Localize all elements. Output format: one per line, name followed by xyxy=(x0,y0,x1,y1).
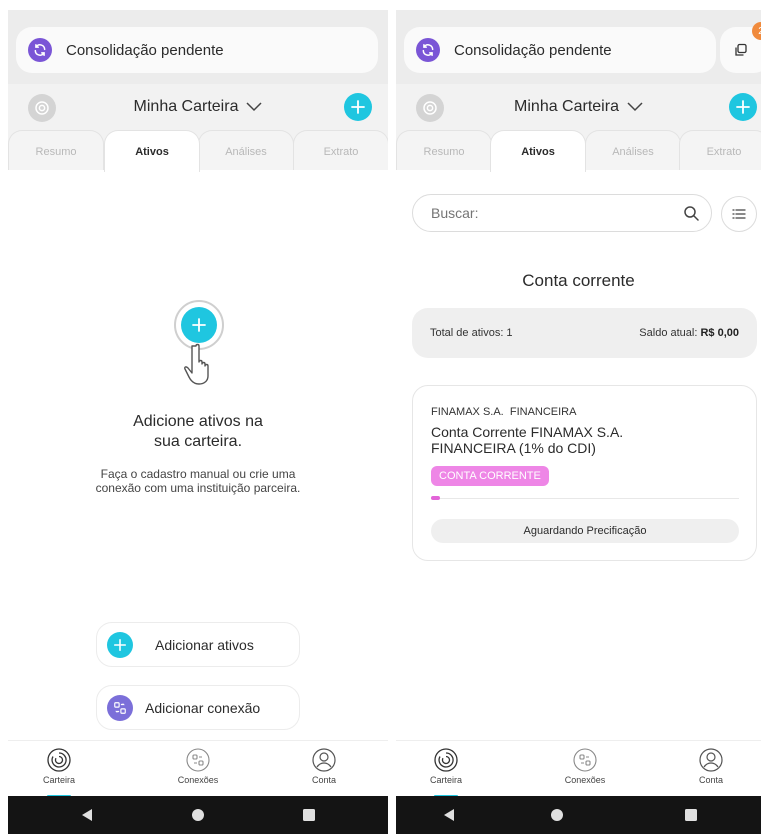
connection-icon xyxy=(107,694,133,721)
asset-name: Conta Corrente FINAMAX S.A. FINANCEIRA (… xyxy=(431,424,624,456)
consolidation-area: Consolidação pendente 2 xyxy=(396,10,761,84)
tab-ativos[interactable]: Ativos xyxy=(104,130,200,172)
hand-pointer-icon xyxy=(184,343,209,385)
bottom-navigation: Carteira Conexões Conta xyxy=(8,740,388,797)
empty-state-title: Adicione ativos na sua carteira. xyxy=(133,413,263,450)
tab-bar: Resumo Ativos Análises Extrato xyxy=(396,130,761,172)
android-navigation-bar xyxy=(396,796,761,834)
tab-resumo[interactable]: Resumo xyxy=(8,130,104,172)
empty-state-subtitle: Faça o cadastro manual ou crie uma conex… xyxy=(95,467,301,495)
nav-conexoes[interactable]: Conexões xyxy=(158,747,238,785)
assets-summary: Total de ativos: 1 Saldo atual: R$ 0,00 xyxy=(412,308,757,358)
add-connection-button[interactable]: Adicionar conexão xyxy=(96,685,300,730)
back-triangle-icon[interactable] xyxy=(442,808,456,822)
pricing-status: Aguardando Precificação xyxy=(431,519,739,543)
connection-icon xyxy=(573,748,597,772)
home-circle-icon[interactable] xyxy=(191,808,205,822)
consolidation-pending-banner[interactable]: Consolidação pendente xyxy=(16,27,378,73)
add-assets-button[interactable]: Adicionar ativos xyxy=(96,622,300,667)
tab-ativos[interactable]: Ativos xyxy=(490,130,586,172)
sync-icon xyxy=(416,38,440,62)
back-triangle-icon[interactable] xyxy=(80,808,94,822)
plus-icon xyxy=(192,318,206,332)
consolidation-area: Consolidação pendente xyxy=(8,10,388,84)
tab-extrato[interactable]: Extrato xyxy=(293,130,388,172)
consolidation-pending-banner[interactable]: Consolidação pendente xyxy=(404,27,716,73)
balance-value: R$ 0,00 xyxy=(700,327,739,339)
consolidation-text: Consolidação pendente xyxy=(454,41,612,59)
nav-conta[interactable]: Conta xyxy=(671,747,751,785)
user-icon xyxy=(699,748,723,772)
total-assets: Total de ativos: 1 xyxy=(430,327,513,339)
recents-square-icon[interactable] xyxy=(302,808,316,822)
asset-type-badge: CONTA CORRENTE xyxy=(431,466,549,486)
asset-progress-fill xyxy=(431,496,440,500)
asset-issuer: FINAMAX S.A. FINANCEIRA xyxy=(431,406,577,418)
add-button[interactable] xyxy=(344,93,372,121)
plus-icon xyxy=(107,631,133,658)
search-input[interactable] xyxy=(431,205,671,221)
wallet-title: Minha Carteira xyxy=(514,98,619,115)
search-icon[interactable] xyxy=(683,205,699,221)
chevron-down-icon xyxy=(246,102,262,111)
wallet-title: Minha Carteira xyxy=(133,98,239,115)
wallet-selector[interactable]: Minha Carteira xyxy=(8,98,388,116)
home-circle-icon[interactable] xyxy=(550,808,564,822)
tab-extrato[interactable]: Extrato xyxy=(679,130,761,172)
list-filter-button[interactable] xyxy=(721,196,757,232)
list-filter-icon xyxy=(732,209,746,219)
asset-card[interactable]: FINAMAX S.A. FINANCEIRA Conta Corrente F… xyxy=(412,385,757,561)
connection-icon xyxy=(186,748,210,772)
wallet-icon xyxy=(47,748,71,772)
assets-list: Conta corrente Total de ativos: 1 Saldo … xyxy=(396,170,761,740)
wallet-header: Minha Carteira xyxy=(8,84,388,130)
bottom-navigation: Carteira Conexões Conta xyxy=(396,740,761,797)
sync-icon xyxy=(28,38,52,62)
wallet-header: Minha Carteira xyxy=(396,84,761,130)
user-icon xyxy=(312,748,336,772)
chevron-down-icon xyxy=(627,102,643,111)
nav-carteira[interactable]: Carteira xyxy=(406,747,486,797)
tab-analises[interactable]: Análises xyxy=(585,130,681,172)
assets-empty-state: Adicione ativos na sua carteira. Faça o … xyxy=(8,170,388,740)
wallet-icon xyxy=(434,748,458,772)
tab-bar: Resumo Ativos Análises Extrato xyxy=(8,130,388,172)
nav-carteira[interactable]: Carteira xyxy=(19,747,99,797)
search-field[interactable] xyxy=(412,194,712,232)
android-navigation-bar xyxy=(8,796,388,834)
tab-analises[interactable]: Análises xyxy=(198,130,294,172)
plus-icon xyxy=(351,100,365,114)
consolidation-text: Consolidação pendente xyxy=(66,41,224,59)
plus-icon xyxy=(736,100,750,114)
recents-square-icon[interactable] xyxy=(684,808,698,822)
add-button[interactable] xyxy=(729,93,757,121)
nav-conta[interactable]: Conta xyxy=(284,747,364,785)
copy-icon xyxy=(735,43,747,56)
current-balance: Saldo atual: R$ 0,00 xyxy=(639,327,739,339)
asset-progress-bar xyxy=(431,496,739,500)
phone-screen-empty-wallet: Consolidação pendente Minha Carteira Res… xyxy=(8,10,388,834)
tab-resumo[interactable]: Resumo xyxy=(396,130,492,172)
section-title: Conta corrente xyxy=(522,271,635,290)
nav-conexoes[interactable]: Conexões xyxy=(545,747,625,785)
phone-screen-assets-list: Consolidação pendente 2 Minha Carteira R… xyxy=(396,10,761,834)
wallet-selector[interactable]: Minha Carteira xyxy=(396,98,761,116)
